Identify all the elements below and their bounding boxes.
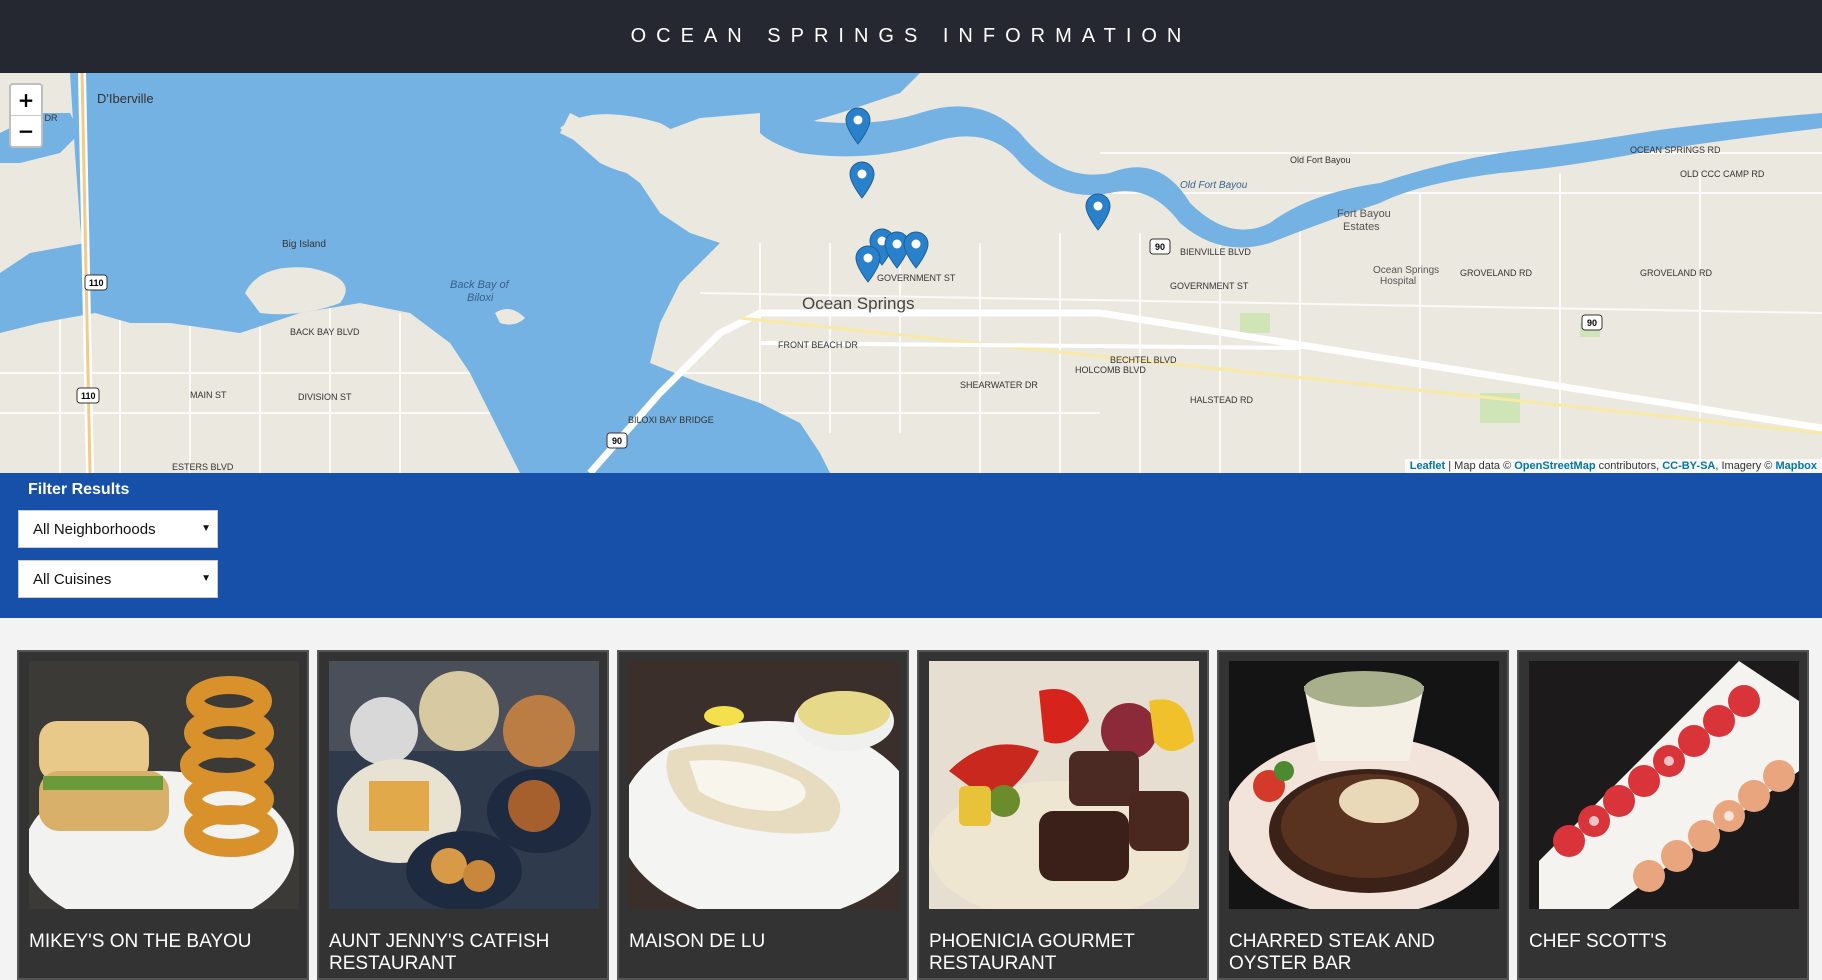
restaurant-card[interactable]: PHOENICIA GOURMET RESTAURANT <box>917 650 1209 980</box>
map-label-bienville-blvd: BIENVILLE BLVD <box>1180 247 1251 257</box>
leaflet-link[interactable]: Leaflet <box>1410 460 1445 472</box>
map[interactable]: D'Iberville Big Island Back Bay of Bilox… <box>0 73 1822 473</box>
restaurant-card[interactable]: CHARRED STEAK AND OYSTER BAR <box>1217 650 1509 980</box>
license-link[interactable]: CC-BY-SA <box>1662 460 1715 472</box>
map-label-fort-bayou-2: Estates <box>1343 221 1380 233</box>
map-label-government-st-east: GOVERNMENT ST <box>1170 281 1249 291</box>
map-label-back-bay-1: Back Bay of <box>450 279 510 291</box>
map-label-shearwater-dr: SHEARWATER DR <box>960 380 1038 390</box>
restaurant-photo <box>629 661 899 909</box>
caret-down-icon: ▼ <box>201 523 211 534</box>
restaurant-photo <box>329 661 599 909</box>
restaurant-name: CHEF SCOTT'S <box>1529 931 1667 952</box>
restaurant-photo <box>1529 661 1799 909</box>
map-label-groveland-rd: GROVELAND RD <box>1460 268 1533 278</box>
map-label-holcomb-blvd: HOLCOMB BLVD <box>1075 365 1146 375</box>
map-label-groveland-rd-east: GROVELAND RD <box>1640 268 1713 278</box>
map-label-ocean-springs: Ocean Springs <box>802 294 914 313</box>
attribution-text-2: contributors, <box>1595 460 1663 472</box>
map-label-government-st: GOVERNMENT ST <box>877 273 956 283</box>
map-label-front-beach-dr: FRONT BEACH DR <box>778 340 858 350</box>
map-label-division-st: DIVISION ST <box>298 392 352 402</box>
restaurant-photo <box>1229 661 1499 909</box>
neighborhood-select[interactable]: All Neighborhoods ▼ <box>18 510 218 548</box>
restaurant-name: MIKEY'S ON THE BAYOU <box>29 931 252 952</box>
zoom-in-button[interactable]: + <box>11 85 41 115</box>
filter-title: Filter Results <box>28 481 130 498</box>
neighborhood-select-value: All Neighborhoods <box>33 520 156 538</box>
map-marker-icon[interactable] <box>849 161 875 199</box>
site-header: OCEAN SPRINGS INFORMATION <box>0 0 1822 73</box>
restaurant-photo <box>929 661 1199 909</box>
map-marker-icon[interactable] <box>845 107 871 145</box>
restaurant-card[interactable]: AUNT JENNY'S CATFISH RESTAURANT <box>317 650 609 980</box>
filter-section: Filter Results All Neighborhoods ▼ All C… <box>0 473 1822 618</box>
restaurant-photo <box>29 661 299 909</box>
map-label-diberville: D'Iberville <box>97 91 154 106</box>
restaurant-name: CHARRED STEAK AND OYSTER BAR <box>1229 931 1435 974</box>
shield-i110: 110 <box>89 278 104 288</box>
attribution-text-1: | Map data © <box>1445 460 1515 472</box>
attribution-text-3: , Imagery © <box>1715 460 1776 472</box>
caret-down-icon: ▼ <box>201 573 211 584</box>
map-label-bechtel-blvd: BECHTEL BLVD <box>1110 355 1177 365</box>
map-label-old-fort-bayou: Old Fort Bayou <box>1180 180 1248 191</box>
restaurant-name: PHOENICIA GOURMET RESTAURANT <box>929 931 1135 974</box>
openstreetmap-link[interactable]: OpenStreetMap <box>1514 460 1595 472</box>
restaurant-list: MIKEY'S ON THE BAYOU AUNT JENNY'S CATFIS… <box>17 650 1809 980</box>
map-label-biloxi-bay-bridge: BILOXI BAY BRIDGE <box>628 415 714 425</box>
shield-us90-central: 90 <box>1155 242 1165 252</box>
restaurant-name: AUNT JENNY'S CATFISH RESTAURANT <box>329 931 550 974</box>
map-label-ocean-springs-rd: OCEAN SPRINGS RD <box>1630 145 1721 155</box>
map-label-hospital-2: Hospital <box>1380 276 1416 287</box>
map-marker-icon[interactable] <box>903 231 929 269</box>
map-label-back-bay-2: Biloxi <box>467 292 494 304</box>
restaurant-card[interactable]: MAISON DE LU <box>617 650 909 980</box>
zoom-control: + − <box>9 83 43 148</box>
restaurant-name: MAISON DE LU <box>629 931 766 952</box>
map-label-big-island: Big Island <box>282 239 326 250</box>
map-attribution: Leaflet | Map data © OpenStreetMap contr… <box>1404 459 1822 473</box>
map-label-esters-blvd: ESTERS BLVD <box>172 462 234 472</box>
map-label-halstead-rd: HALSTEAD RD <box>1190 395 1254 405</box>
cuisine-select[interactable]: All Cuisines ▼ <box>18 560 218 598</box>
map-label-old-ccc-camp-rd: OLD CCC CAMP RD <box>1680 169 1765 179</box>
restaurant-card[interactable]: CHEF SCOTT'S <box>1517 650 1809 980</box>
cuisine-select-value: All Cuisines <box>33 570 112 588</box>
page-title: OCEAN SPRINGS INFORMATION <box>630 25 1192 47</box>
shield-i110-south: 110 <box>81 391 96 401</box>
map-label-hospital-1: Ocean Springs <box>1373 265 1439 276</box>
shield-us90-west: 90 <box>612 436 622 446</box>
map-label-main-st: MAIN ST <box>190 390 227 400</box>
map-label-fort-bayou-1: Fort Bayou <box>1337 208 1391 220</box>
map-label-back-bay-blvd: BACK BAY BLVD <box>290 327 360 337</box>
mapbox-link[interactable]: Mapbox <box>1775 460 1817 472</box>
map-marker-icon[interactable] <box>1085 193 1111 231</box>
map-label-old-fort-bayou-east: Old Fort Bayou <box>1290 155 1351 165</box>
map-marker-icon[interactable] <box>855 245 881 283</box>
zoom-out-button[interactable]: − <box>11 115 41 146</box>
restaurant-card[interactable]: MIKEY'S ON THE BAYOU <box>17 650 309 980</box>
basemap[interactable]: D'Iberville Big Island Back Bay of Bilox… <box>0 73 1822 473</box>
shield-us90-east: 90 <box>1587 318 1597 328</box>
